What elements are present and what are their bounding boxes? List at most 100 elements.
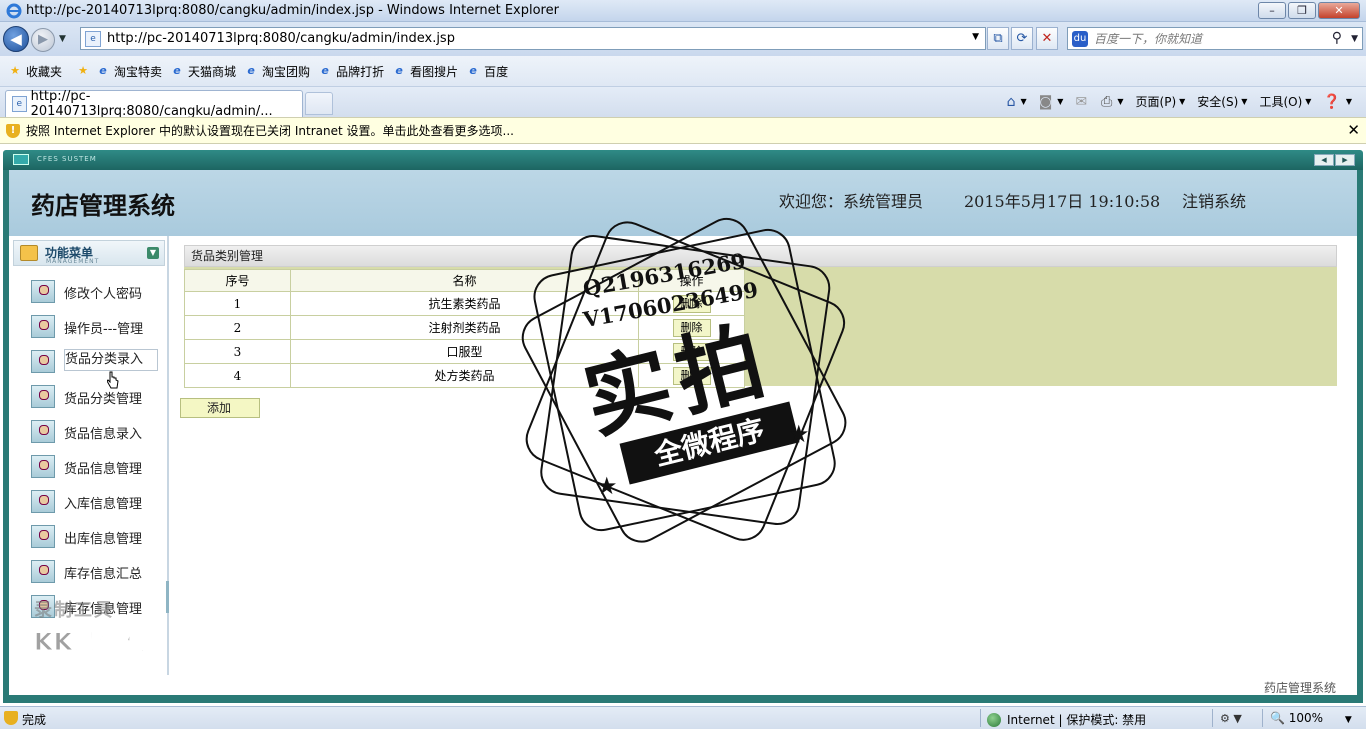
app-frame-top: CFES SUSTEM ◀ ▶ [3,150,1363,170]
fav-link-taobao-sale[interactable]: e 淘宝特卖 [96,63,162,80]
frame-next-button[interactable]: ▶ [1335,154,1355,166]
security-zone[interactable]: Internet | 保护模式: 禁用 [987,711,1146,728]
tools-menu[interactable]: 工具(O) ▼ [1255,91,1315,112]
search-icon[interactable]: ⚲ [1332,30,1342,46]
fav-link-image-search[interactable]: e 看图搜片 [392,63,458,80]
mail-button[interactable]: ✉ [1071,92,1093,112]
menu-item-goods-entry[interactable]: 货品信息录入 [9,416,165,446]
favorites-button[interactable]: ★ 收藏夹 [8,63,62,80]
add-button[interactable]: 添加 [180,398,260,418]
cell-id: 3 [184,339,291,364]
add-favorite-button[interactable]: ★ [76,64,94,78]
help-menu[interactable]: ❓ ▼ [1319,92,1356,112]
system-title: 药店管理系统 [31,191,175,220]
menu-item-goods-manage[interactable]: 货品信息管理 [9,451,165,481]
menu-item-change-password[interactable]: 修改个人密码 [9,276,165,306]
menu-item-inventory-summary[interactable]: 库存信息汇总 [9,556,165,586]
address-bar[interactable]: e http://pc-20140713lprq:8080/cangku/adm… [80,27,986,50]
menu-item-label: 出库信息管理 [64,532,143,547]
printer-icon: ⎙ [1101,93,1113,110]
page-menu[interactable]: 页面(P) ▼ [1132,91,1190,112]
back-button[interactable]: ◀ [3,26,29,52]
fav-label: 看图搜片 [410,64,459,79]
user-icon [31,490,55,513]
menu-item-label: 货品信息管理 [64,462,143,477]
welcome-text: 欢迎您：系统管理员 [779,192,924,211]
menu-item-label: 货品分类管理 [64,392,143,407]
address-url[interactable]: http://pc-20140713lprq:8080/cangku/admin… [107,31,455,46]
fav-link-baidu[interactable]: e 百度 [466,63,508,80]
cell-id: 2 [184,315,291,340]
favorites-label: 收藏夹 [26,64,63,79]
mail-icon: ✉ [1075,93,1088,110]
page-icon: e [12,96,27,112]
compatibility-view-icon[interactable]: ⧉ [987,27,1009,50]
infobar-close-icon[interactable]: ✕ [1347,121,1360,139]
star-icon: ★ [596,472,618,500]
logout-link[interactable]: 注销系统 [1182,188,1246,212]
zoom-settings-icon[interactable]: ⚙ ▼ [1220,712,1242,725]
search-placeholder[interactable]: 百度一下，你就知道 [1094,30,1202,47]
status-separator [1262,709,1263,727]
feeds-button[interactable]: ◙ ▼ [1035,92,1068,112]
fav-label: 品牌打折 [336,64,385,79]
menu-item-stock-in[interactable]: 入库信息管理 [9,486,165,516]
ie-page-icon: e [395,64,403,77]
information-bar[interactable]: ! 按照 Internet Explorer 中的默认设置现在已关闭 Intra… [0,117,1366,144]
tab-title: http://pc-20140713lprq:8080/cangku/admin… [30,89,273,119]
cell-id: 1 [184,291,291,316]
forward-button[interactable]: ▶ [31,28,55,52]
ie-logo-icon [6,3,22,18]
frame-border-bottom [3,695,1363,703]
rss-icon: ◙ [1038,93,1053,110]
stop-icon[interactable]: ✕ [1036,27,1058,50]
home-button[interactable]: ⌂ ▼ [1003,92,1031,112]
status-text: 完成 [22,713,47,727]
new-tab-button[interactable] [305,92,333,115]
col-header-id: 序号 [184,269,291,292]
fav-link-tmall[interactable]: e 天猫商城 [170,63,236,80]
minimize-button[interactable]: – [1258,2,1286,19]
mouse-cursor-icon [107,371,119,389]
menu-item-label: 修改个人密码 [64,287,143,302]
tab-bar: e http://pc-20140713lprq:8080/cangku/adm… [0,87,1366,119]
print-button[interactable]: ⎙ ▼ [1097,92,1127,112]
address-dropdown-icon[interactable]: ▼ [972,32,979,42]
maximize-button[interactable]: ❐ [1288,2,1316,19]
refresh-icon[interactable]: ⟳ [1011,27,1033,50]
user-icon [31,385,55,408]
safety-menu[interactable]: 安全(S) ▼ [1193,91,1251,112]
tools-menu-label: 工具(O) [1259,95,1303,109]
menu-item-stock-out[interactable]: 出库信息管理 [9,521,165,551]
menu-item-category-entry[interactable]: 货品分类录入 [9,346,165,376]
menu-folder-icon [20,245,38,261]
menu-item-category-manage[interactable]: 货品分类管理 [9,381,165,411]
tab-active[interactable]: e http://pc-20140713lprq:8080/cangku/adm… [5,89,303,119]
ie-page-icon: e [469,64,477,77]
fav-link-brand-discount[interactable]: e 品牌打折 [318,63,384,80]
current-datetime: 2015年5月17日 19:10:58 [964,192,1161,211]
favorites-star-icon: ★ [10,64,20,77]
status-bar: 完成 Internet | 保护模式: 禁用 ⚙ ▼ 🔍 100% ▼ [0,706,1366,729]
zone-text: Internet | 保护模式: 禁用 [1007,713,1147,727]
navigation-bar: ◀ ▶ ▼ e http://pc-20140713lprq:8080/cang… [0,22,1366,56]
menu-collapse-icon[interactable]: ▼ [147,247,159,259]
frame-prev-button[interactable]: ◀ [1314,154,1334,166]
warning-icon [4,711,18,725]
search-box[interactable]: du 百度一下，你就知道 ⚲ ▼ [1067,27,1363,50]
monitor-icon [13,154,29,165]
close-window-button[interactable]: ✕ [1318,2,1360,19]
window-titlebar: http://pc-20140713lprq:8080/cangku/admin… [0,0,1366,22]
page-menu-label: 页面(P) [1135,95,1177,109]
search-dropdown-icon[interactable]: ▼ [1351,34,1358,44]
fav-link-taobao-group[interactable]: e 淘宝团购 [244,63,310,80]
menu-item-label: 货品分类录入 [64,349,159,371]
safety-menu-label: 安全(S) [1197,95,1239,109]
fav-label: 天猫商城 [188,64,237,79]
history-dropdown-icon[interactable]: ▼ [59,34,66,44]
recorder-top-text: 录制工具 [34,600,114,621]
star-icon: ★ [788,420,810,448]
zoom-level[interactable]: 🔍 100% ▼ [1270,711,1352,725]
infobar-text[interactable]: 按照 Internet Explorer 中的默认设置现在已关闭 Intrane… [26,122,514,139]
menu-item-operator-manage[interactable]: 操作员---管理 [9,311,165,341]
